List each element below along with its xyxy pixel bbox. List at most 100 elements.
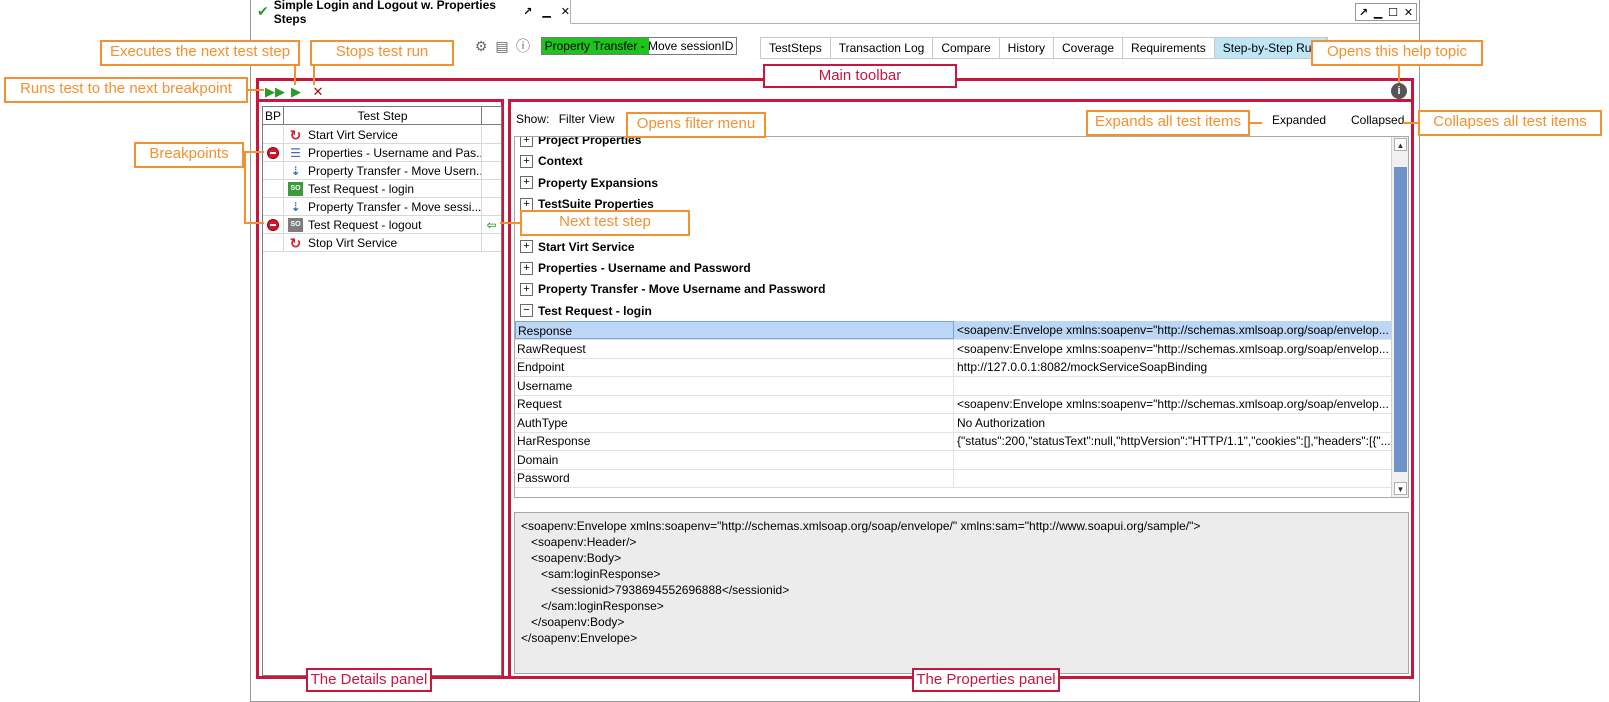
tab-requirements[interactable]: Requirements (1123, 38, 1215, 58)
property-row[interactable]: HarResponse {"status":200,"statusText":nu… (515, 432, 1391, 451)
property-group[interactable]: + Start Virt Service (515, 236, 1391, 258)
close-window-icon[interactable]: ✕ (1404, 6, 1413, 19)
breakpoint-cell[interactable] (263, 233, 284, 252)
document-icon[interactable]: ▤ (494, 38, 510, 54)
breakpoint-cell[interactable] (263, 143, 284, 162)
help-info-icon[interactable]: i (1391, 83, 1407, 99)
test-step-name: Properties - Username and Pas... (308, 145, 482, 160)
expand-icon[interactable]: + (520, 197, 533, 211)
test-step-cell[interactable]: SO Test Request - login (284, 179, 482, 198)
property-group[interactable]: + Project Properties (515, 137, 1391, 151)
scroll-thumb[interactable] (1394, 167, 1407, 472)
tab-compare[interactable]: Compare (933, 38, 1000, 58)
close-tab-icon[interactable]: ✕ (561, 5, 570, 18)
test-step-column-header[interactable]: Test Step (284, 107, 482, 124)
minimize-window-icon[interactable]: ▁ (1374, 6, 1382, 19)
test-step-row[interactable]: SO Test Request - logout ⇦ (263, 215, 501, 234)
property-value[interactable]: <soapenv:Envelope xmlns:soapenv="http://… (954, 340, 1391, 358)
test-step-row[interactable]: SO Test Request - login (263, 179, 501, 198)
test-step-cell[interactable]: SO Test Request - logout (284, 215, 482, 234)
property-row[interactable]: RawRequest <soapenv:Envelope xmlns:soapen… (515, 339, 1391, 359)
breakpoint-cell[interactable] (263, 197, 284, 216)
tab-history[interactable]: History (999, 38, 1055, 58)
breakpoint-cell[interactable] (263, 215, 284, 234)
property-value[interactable] (954, 469, 1391, 487)
properties-scrollbar[interactable]: ▲ ▼ (1391, 137, 1408, 497)
property-group[interactable]: + Properties - Username and Password (515, 257, 1391, 279)
test-step-cell[interactable]: ☰ Properties - Username and Pas... (284, 143, 482, 162)
gear-icon[interactable]: ⚙ (473, 38, 489, 54)
collapse-icon[interactable]: − (520, 304, 533, 318)
property-value[interactable]: <soapenv:Envelope xmlns:soapenv="http://… (954, 321, 1391, 339)
property-group[interactable]: + Property Transfer - Move Username and P… (515, 278, 1391, 300)
breakpoint-icon[interactable] (267, 146, 279, 159)
test-step-cell[interactable]: ⇣ Property Transfer - Move sessi... (284, 197, 482, 216)
runs-to-breakpoint-callout: Runs test to the next breakpoint (4, 77, 248, 103)
bp-column-header[interactable]: BP (263, 107, 284, 124)
test-step-row[interactable]: ⇣ Property Transfer - Move sessi... (263, 197, 501, 216)
xml-line: <soapenv:Header/> (521, 535, 637, 549)
test-step-row[interactable]: ⇣ Property Transfer - Move Usern... (263, 161, 501, 180)
property-row[interactable]: AuthType No Authorization (515, 413, 1391, 433)
property-row[interactable]: Password (515, 469, 1391, 488)
property-group[interactable]: + Context (515, 150, 1391, 172)
scroll-down-icon[interactable]: ▼ (1394, 482, 1407, 495)
expand-icon[interactable]: + (520, 261, 533, 275)
maximize-window-icon[interactable]: ☐ (1388, 6, 1398, 19)
test-step-row[interactable]: ☰ Properties - Username and Pas... (263, 143, 501, 162)
property-group[interactable]: + Property Expansions (515, 172, 1391, 194)
test-step-cell[interactable]: ↻ Stop Virt Service (284, 233, 482, 252)
detach-icon[interactable]: ↗ (523, 5, 532, 18)
property-row[interactable]: Response <soapenv:Envelope xmlns:soapenv=… (515, 321, 1391, 340)
step-button[interactable]: ▶ (288, 84, 304, 100)
minimize-icon[interactable]: ▁ (542, 5, 550, 18)
info-icon[interactable]: ⓘ (515, 38, 531, 54)
expand-icon[interactable]: + (520, 282, 533, 296)
breakpoint-cell[interactable] (263, 125, 284, 144)
property-name: Endpoint (515, 358, 954, 376)
stop-button[interactable]: ✕ (310, 84, 326, 100)
test-step-row[interactable]: ↻ Start Virt Service (263, 125, 501, 144)
test-step-row[interactable]: ↻ Stop Virt Service (263, 233, 501, 252)
property-row[interactable]: Endpoint http://127.0.0.1:8082/mockServic… (515, 358, 1391, 377)
expanded-button[interactable]: Expanded (1272, 113, 1326, 127)
callout-connector (244, 222, 264, 224)
property-value[interactable]: No Authorization (954, 414, 1391, 432)
property-group-label: Context (538, 154, 583, 169)
property-value[interactable] (954, 377, 1391, 395)
breakpoint-cell[interactable] (263, 179, 284, 198)
xml-line: <soapenv:Body> (521, 551, 622, 565)
test-step-cell[interactable]: ↻ Start Virt Service (284, 125, 482, 144)
breakpoint-cell[interactable] (263, 161, 284, 180)
scroll-up-icon[interactable]: ▲ (1394, 138, 1407, 151)
property-value[interactable]: {"status":200,"statusText":null,"httpVer… (954, 432, 1391, 450)
soap-request-icon: SO (288, 181, 303, 196)
properties-icon: ☰ (290, 145, 301, 160)
response-xml-viewer[interactable]: <soapenv:Envelope xmlns:soapenv="http://… (514, 512, 1409, 674)
tab-teststeps[interactable]: TestSteps (761, 38, 831, 58)
property-name: RawRequest (515, 339, 954, 358)
expand-icon[interactable]: + (520, 176, 533, 190)
callout-connector (294, 65, 296, 85)
expand-icon[interactable]: + (520, 240, 533, 254)
expand-icon[interactable]: + (520, 137, 533, 147)
show-filter-row: Show: Filter View (516, 112, 615, 126)
property-row[interactable]: Username (515, 376, 1391, 396)
tab-transaction-log[interactable]: Transaction Log (830, 38, 934, 58)
breakpoint-icon[interactable] (267, 218, 279, 231)
property-row[interactable]: Domain (515, 450, 1391, 470)
detach-window-icon[interactable]: ↗ (1359, 6, 1368, 19)
help-topic-callout: Opens this help topic (1311, 40, 1483, 66)
property-value[interactable]: <soapenv:Envelope xmlns:soapenv="http://… (954, 395, 1391, 413)
expand-icon[interactable]: + (520, 154, 533, 168)
filter-view-button[interactable]: Filter View (559, 112, 615, 126)
property-group[interactable]: − Test Request - login (515, 300, 1391, 322)
test-step-cell[interactable]: ⇣ Property Transfer - Move Usern... (284, 161, 482, 180)
tab-coverage[interactable]: Coverage (1054, 38, 1124, 58)
property-value[interactable]: http://127.0.0.1:8082/mockServiceSoapBin… (954, 358, 1391, 376)
editor-tab[interactable]: ✔ Simple Login and Logout w. Properties … (251, 0, 571, 26)
property-row[interactable]: Request <soapenv:Envelope xmlns:soapenv="… (515, 395, 1391, 414)
run-to-breakpoint-button[interactable]: ▶▶ (265, 84, 285, 100)
collapsed-button[interactable]: Collapsed (1351, 113, 1404, 127)
property-value[interactable] (954, 451, 1391, 469)
